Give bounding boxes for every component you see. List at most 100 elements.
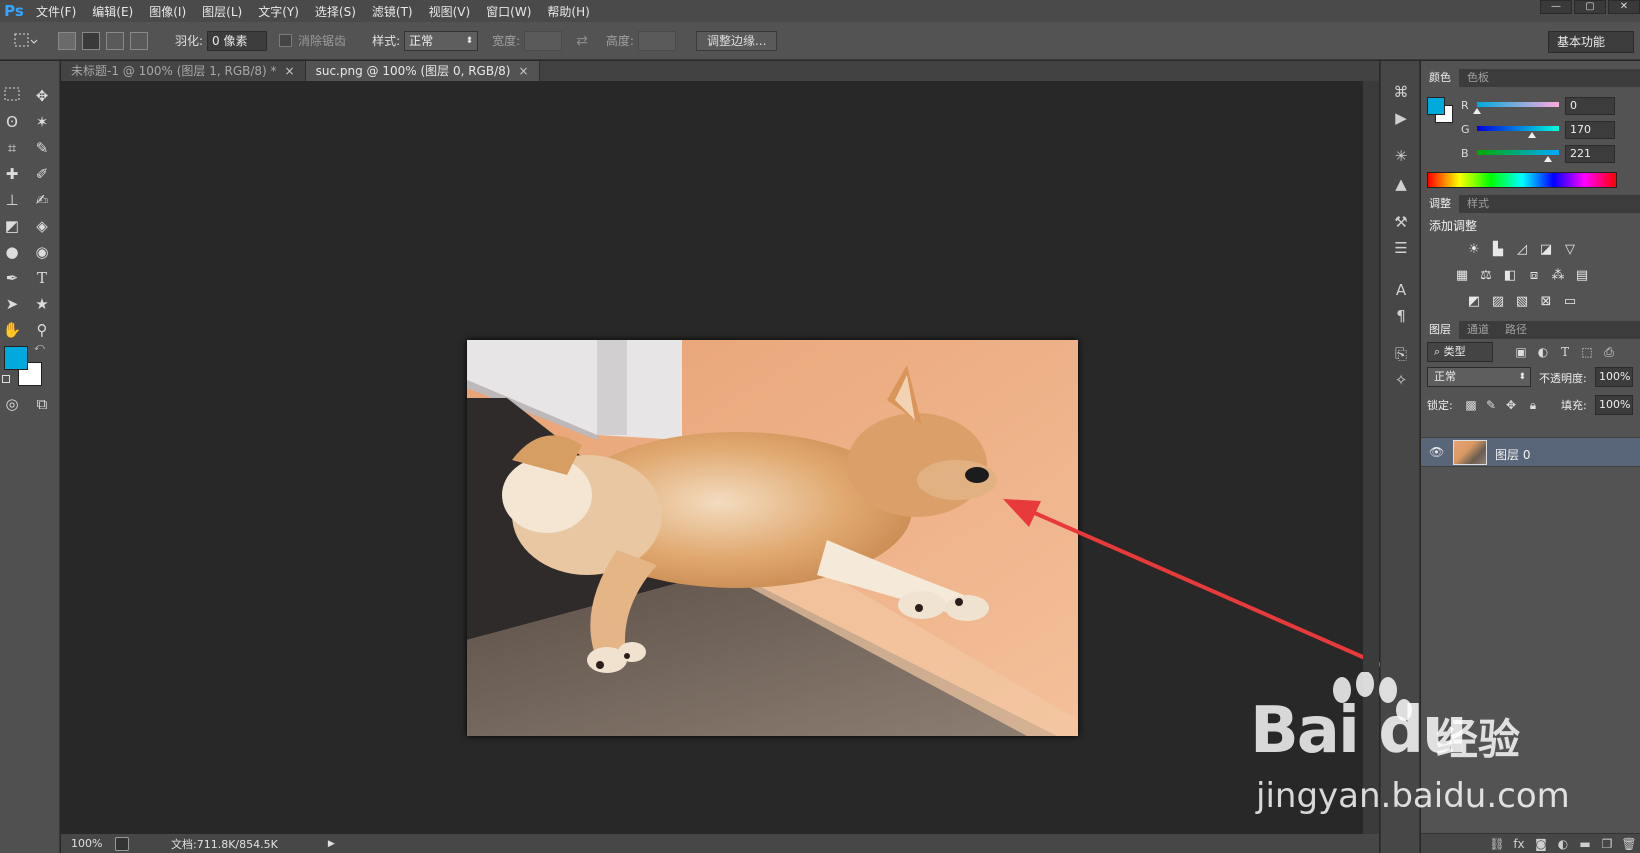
photo-filter-icon[interactable]: ⧈ — [1525, 267, 1543, 285]
magic-wand-icon[interactable]: ✶ — [30, 111, 54, 133]
maximize-button[interactable]: ▢ — [1574, 0, 1606, 14]
red-slider[interactable] — [1477, 102, 1559, 107]
style-select[interactable]: 正常 ⬍ — [404, 30, 479, 51]
tool-presets-icon[interactable]: ⚒ — [1390, 211, 1412, 233]
threshold-icon[interactable]: ▧ — [1513, 293, 1531, 311]
close-button[interactable]: ✕ — [1608, 0, 1640, 14]
gradient-map-icon[interactable]: ▭ — [1561, 293, 1579, 311]
new-selection-icon[interactable] — [58, 31, 76, 50]
menu-layer[interactable]: 图层(L) — [194, 3, 250, 20]
menu-help[interactable]: 帮助(H) — [539, 3, 597, 20]
lock-position-icon[interactable]: ✥ — [1503, 397, 1519, 413]
zoom-level[interactable]: 100% — [71, 837, 111, 850]
stamp-tool-icon[interactable]: ⊥ — [0, 189, 24, 211]
color-fg-swatch[interactable] — [1427, 97, 1445, 115]
tab-layers[interactable]: 图层 — [1421, 321, 1459, 339]
tab-suc-png[interactable]: suc.png @ 100% (图层 0, RGB/8) × — [305, 61, 540, 81]
width-input[interactable] — [524, 30, 563, 51]
blend-mode-select[interactable]: 正常 ⬍ — [1427, 367, 1531, 387]
status-info-icon[interactable] — [115, 836, 129, 851]
curves-icon[interactable]: ◿ — [1513, 241, 1531, 259]
layer-row[interactable]: 👁︎ 图层 0 — [1421, 437, 1640, 467]
tab-adjustments[interactable]: 调整 — [1421, 195, 1459, 213]
pen-tool-icon[interactable]: ✒ — [0, 267, 24, 289]
document-image[interactable] — [467, 340, 1078, 736]
tab-untitled[interactable]: 未标题-1 @ 100% (图层 1, RGB/8) * × — [61, 61, 306, 81]
filter-pixel-icon[interactable]: ▣ — [1513, 344, 1529, 360]
lock-transparency-icon[interactable]: ▩ — [1463, 397, 1479, 413]
color-lookup-icon[interactable]: ▤ — [1573, 267, 1591, 285]
intersect-selection-icon[interactable] — [130, 31, 148, 50]
eyedropper-icon[interactable]: ✎ — [30, 137, 54, 159]
new-layer-icon[interactable]: ❐ — [1596, 837, 1618, 851]
selective-color-icon[interactable]: ⊠ — [1537, 293, 1555, 311]
eye-icon[interactable]: 👁︎ — [1429, 445, 1444, 459]
color-spectrum-ramp[interactable] — [1427, 172, 1617, 188]
shape-tool-icon[interactable]: ★ — [30, 293, 54, 315]
minimize-button[interactable]: — — [1540, 0, 1572, 14]
tab-color[interactable]: 颜色 — [1421, 69, 1459, 87]
type-tool-icon[interactable]: T — [30, 267, 54, 289]
delete-layer-icon[interactable]: 🗑︎ — [1618, 837, 1640, 851]
refine-edge-button[interactable]: 调整边缘... — [695, 30, 778, 51]
clone-source-icon[interactable]: ⎘ — [1390, 343, 1412, 365]
menu-select[interactable]: 选择(S) — [307, 3, 364, 20]
healing-brush-icon[interactable]: ✚ — [0, 163, 24, 185]
fill-input[interactable]: 100% — [1595, 395, 1633, 415]
blue-slider[interactable] — [1477, 150, 1559, 155]
eraser-tool-icon[interactable]: ◩ — [0, 215, 24, 237]
screen-mode-icon[interactable]: ⧉ — [30, 393, 54, 415]
actions-icon[interactable]: ▶ — [1390, 107, 1412, 129]
channel-mixer-icon[interactable]: ⁂ — [1549, 267, 1567, 285]
lasso-tool-icon[interactable]: ʘ — [0, 111, 24, 133]
subtract-selection-icon[interactable] — [106, 31, 124, 50]
menu-filter[interactable]: 滤镜(T) — [364, 3, 421, 20]
feather-input[interactable]: 0 像素 — [207, 30, 268, 51]
add-mask-icon[interactable]: ◙ — [1530, 837, 1552, 851]
quick-mask-icon[interactable]: ◎ — [0, 393, 24, 415]
history-icon[interactable]: ⌘ — [1390, 81, 1412, 103]
exposure-icon[interactable]: ◪ — [1537, 241, 1555, 259]
glyphs-icon[interactable]: ✧ — [1390, 369, 1412, 391]
blue-value-input[interactable]: 221 — [1565, 145, 1615, 163]
brush-presets-icon[interactable]: ✳ — [1390, 145, 1412, 167]
swap-colors-icon[interactable]: ⤺ — [34, 342, 45, 353]
brush-tool-icon[interactable]: ✐ — [30, 163, 54, 185]
paragraph-icon[interactable]: ¶ — [1390, 305, 1412, 327]
add-selection-icon[interactable] — [82, 31, 100, 50]
histogram-icon[interactable]: ▲ — [1390, 173, 1412, 195]
move-tool-icon[interactable]: ✥ — [30, 85, 54, 107]
character-icon[interactable]: A — [1390, 279, 1412, 301]
menu-file[interactable]: 文件(F) — [28, 3, 84, 20]
filter-smart-icon[interactable]: ⎙ — [1601, 344, 1617, 360]
new-adjustment-icon[interactable]: ◐ — [1552, 837, 1574, 851]
layer-name[interactable]: 图层 0 — [1495, 446, 1530, 463]
marquee-preset-icon[interactable] — [12, 30, 38, 52]
menu-image[interactable]: 图像(I) — [141, 3, 194, 20]
lock-all-icon[interactable]: 🔒︎ — [1525, 397, 1541, 413]
black-white-icon[interactable]: ◧ — [1501, 267, 1519, 285]
blue-slider-thumb[interactable] — [1544, 156, 1553, 162]
red-value-input[interactable]: 0 — [1565, 97, 1615, 115]
green-slider-thumb[interactable] — [1527, 132, 1536, 138]
color-balance-icon[interactable]: ⚖ — [1477, 267, 1495, 285]
dodge-tool-icon[interactable]: ◉ — [30, 241, 54, 263]
green-slider[interactable] — [1477, 126, 1559, 131]
crop-tool-icon[interactable]: ⌗ — [0, 137, 24, 159]
tab-paths[interactable]: 路径 — [1497, 321, 1535, 339]
menu-window[interactable]: 窗口(W) — [478, 3, 539, 20]
layer-thumbnail[interactable] — [1453, 440, 1487, 465]
layer-filter-select[interactable]: ⌕ 类型 — [1427, 342, 1493, 362]
workspace-select[interactable]: 基本功能 — [1548, 31, 1634, 53]
vertical-scrollbar[interactable] — [1363, 81, 1379, 834]
layer-style-icon[interactable]: fx — [1508, 837, 1530, 851]
marquee-tool-icon[interactable] — [0, 85, 24, 107]
status-menu-arrow-icon[interactable]: ▶ — [328, 839, 335, 849]
swap-icon[interactable]: ⇄ — [576, 33, 588, 49]
filter-type-icon[interactable]: T — [1557, 344, 1573, 360]
new-group-icon[interactable]: ▬ — [1574, 837, 1596, 851]
brightness-icon[interactable]: ☀ — [1465, 241, 1483, 259]
lock-pixels-icon[interactable]: ✎ — [1483, 397, 1499, 413]
path-select-icon[interactable]: ➤ — [0, 293, 24, 315]
hue-saturation-icon[interactable]: ▦ — [1453, 267, 1471, 285]
